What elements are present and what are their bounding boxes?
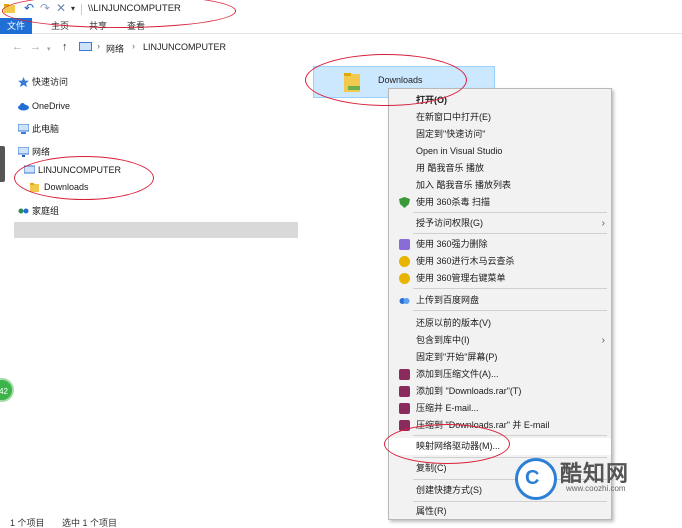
menu-item-pin-quick-access[interactable]: 固定到"快速访问" (389, 126, 611, 143)
360-icon (399, 256, 410, 267)
tab-file[interactable]: 文件 (0, 18, 32, 34)
cloud-icon (18, 103, 29, 111)
menu-item-pin-start[interactable]: 固定到"开始"屏幕(P) (389, 349, 611, 366)
navigation-pane: 快速访问 OneDrive 此电脑 网络 LINJUNCOMPUTER Down… (0, 60, 300, 510)
selected-row-highlight (14, 222, 298, 238)
tab-home[interactable]: 主页 (44, 18, 76, 34)
menu-item-360-scan[interactable]: 使用 360杀毒 扫描 (389, 194, 611, 211)
360-icon (399, 273, 410, 284)
window-title: \\LINJUNCOMPUTER (88, 3, 181, 14)
menu-item-grant-access[interactable]: 授予访问权限(G) › (389, 215, 611, 232)
menu-separator (413, 310, 607, 311)
menu-separator (413, 501, 607, 502)
menu-separator (413, 435, 607, 436)
folder-app-icon (4, 4, 15, 13)
menu-item-360-manage-menu[interactable]: 使用 360管理右键菜单 (389, 270, 611, 287)
chevron-right-icon[interactable]: › (97, 41, 100, 51)
address-bar: ← → ▾ ↑ › 网络 › LINJUNCOMPUTER (0, 38, 682, 56)
winrar-icon (399, 369, 410, 380)
computer-icon (24, 165, 35, 174)
menu-separator (413, 212, 607, 213)
redo-icon[interactable]: ↷ (40, 2, 51, 14)
floating-badge[interactable]: 42 (0, 378, 14, 402)
submenu-arrow-icon: › (601, 218, 605, 229)
status-selected-count: 选中 1 个项目 (62, 518, 118, 528)
divider (81, 4, 82, 15)
folder-icon (344, 73, 360, 92)
up-icon[interactable]: ↑ (62, 40, 68, 54)
shield-icon (399, 197, 410, 208)
winrar-icon (399, 386, 410, 397)
winrar-icon (399, 403, 410, 414)
computer-icon (18, 124, 29, 134)
baidu-cloud-icon (399, 298, 410, 304)
menu-item-open[interactable]: 打开(O) (389, 92, 611, 109)
menu-item-baidu-upload[interactable]: 上传到百度网盘 (389, 292, 611, 309)
menu-item-map-network-drive[interactable]: 映射网络驱动器(M)... (389, 438, 611, 455)
title-bar: ↶ ↷ ✕ ▾ \\LINJUNCOMPUTER (0, 0, 682, 18)
menu-item-include-library[interactable]: 包含到库中(I) › (389, 332, 611, 349)
menu-item-properties[interactable]: 属性(R) (389, 503, 611, 520)
breadcrumb-computer[interactable]: LINJUNCOMPUTER (143, 42, 226, 52)
breadcrumb-network[interactable]: 网络 (106, 42, 124, 55)
homegroup-icon (18, 208, 29, 214)
menu-item-restore-versions[interactable]: 还原以前的版本(V) (389, 315, 611, 332)
recent-dropdown-icon[interactable]: ▾ (47, 43, 51, 57)
menu-item-compress-email[interactable]: 压缩并 E-mail... (389, 400, 611, 417)
tab-view[interactable]: 查看 (120, 18, 152, 34)
watermark-url: www.coozhi.com (566, 484, 626, 493)
folder-label: Downloads (378, 75, 423, 85)
folder-icon (30, 183, 39, 192)
menu-separator (413, 233, 607, 234)
network-icon (18, 147, 29, 157)
star-icon (18, 77, 29, 87)
menu-item-add-downloads-rar[interactable]: 添加到 "Downloads.rar"(T) (389, 383, 611, 400)
menu-item-kuwo-playlist[interactable]: 加入 酷我音乐 播放列表 (389, 177, 611, 194)
menu-item-open-visual-studio[interactable]: Open in Visual Studio (389, 143, 611, 160)
submenu-arrow-icon: › (601, 335, 605, 346)
menu-item-compress-rar-email[interactable]: 压缩到 "Downloads.rar" 并 E-mail (389, 417, 611, 434)
shred-icon (399, 239, 410, 250)
menu-item-add-archive[interactable]: 添加到压缩文件(A)... (389, 366, 611, 383)
ribbon-tabs: 文件 主页 共享 查看 (0, 18, 682, 34)
delete-icon[interactable]: ✕ (56, 2, 67, 14)
coozhi-logo: C (515, 458, 557, 500)
network-computer-icon (79, 42, 92, 51)
winrar-icon (399, 420, 410, 431)
back-icon[interactable]: ← (12, 40, 23, 54)
menu-item-360-trojan-scan[interactable]: 使用 360进行木马云查杀 (389, 253, 611, 270)
tab-share[interactable]: 共享 (82, 18, 114, 34)
menu-separator (413, 288, 607, 289)
menu-item-kuwo-play[interactable]: 用 酷我音乐 播放 (389, 160, 611, 177)
menu-item-360-shred[interactable]: 使用 360强力删除 (389, 236, 611, 253)
chevron-right-icon[interactable]: › (132, 41, 135, 51)
undo-icon[interactable]: ↶ (24, 2, 35, 14)
menu-item-open-new-window[interactable]: 在新窗口中打开(E) (389, 109, 611, 126)
forward-icon[interactable]: → (30, 40, 41, 54)
status-item-count: 1 个项目 (10, 518, 45, 528)
